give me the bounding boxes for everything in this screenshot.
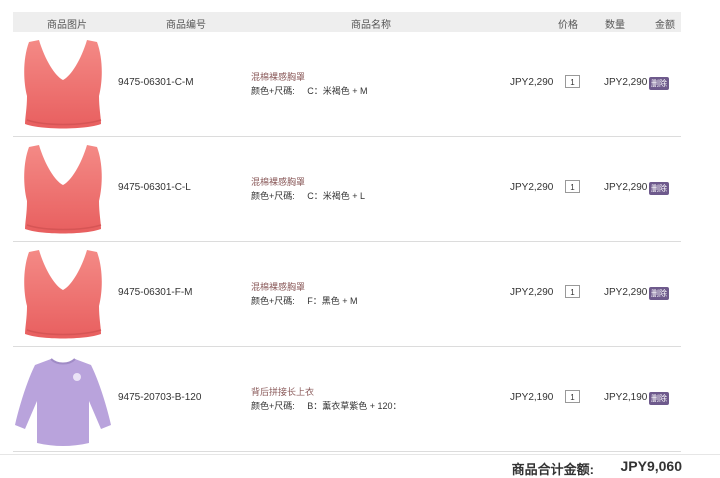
line-amount: JPY2,290	[604, 77, 648, 88]
product-code: 9475-06301-C-M	[118, 77, 194, 88]
delete-button[interactable]: 删除	[649, 392, 669, 405]
quantity-input[interactable]: 1	[565, 390, 580, 403]
header-image: 商品图片	[47, 20, 87, 31]
product-code: 9475-20703-B-120	[118, 392, 202, 403]
product-name[interactable]: 混棉裸感胸罩	[251, 280, 305, 293]
product-attributes: 颜色+尺碼: C：米褐色 + M	[251, 86, 368, 96]
quantity-input[interactable]: 1	[565, 75, 580, 88]
pink-bra-image[interactable]	[15, 246, 111, 342]
line-amount: JPY2,190	[604, 392, 648, 403]
header-amount: 金额	[655, 20, 675, 31]
unit-price: JPY2,290	[510, 77, 554, 88]
product-code: 9475-06301-C-L	[118, 182, 191, 193]
unit-price: JPY2,290	[510, 287, 554, 298]
quantity-input[interactable]: 1	[565, 180, 580, 193]
product-attributes: 颜色+尺碼: F：黑色 + M	[251, 296, 358, 306]
pink-bra-image[interactable]	[15, 141, 111, 237]
header-code: 商品编号	[166, 20, 206, 31]
table-row: 9475-06301-C-L 混棉裸感胸罩 颜色+尺碼: C：米褐色 + L J…	[13, 137, 681, 242]
product-attributes: 颜色+尺碼: B：薰衣草紫色 + 120：	[251, 401, 402, 411]
delete-button[interactable]: 删除	[649, 182, 669, 195]
table-row: 9475-06301-F-M 混棉裸感胸罩 颜色+尺碼: F：黑色 + M JP…	[13, 242, 681, 347]
product-name[interactable]: 背后拼接长上衣	[251, 385, 314, 398]
line-amount: JPY2,290	[604, 182, 648, 193]
line-amount: JPY2,290	[604, 287, 648, 298]
unit-price: JPY2,190	[510, 392, 554, 403]
unit-price: JPY2,290	[510, 182, 554, 193]
product-code: 9475-06301-F-M	[118, 287, 193, 298]
header-price: 价格	[558, 20, 578, 31]
cart-table: 商品图片 商品编号 商品名称 价格 数量 金额 9475-06301-C-M 混…	[13, 12, 681, 452]
lavender-top-image[interactable]	[15, 351, 111, 447]
product-name[interactable]: 混棉裸感胸罩	[251, 70, 305, 83]
table-row: 9475-20703-B-120 背后拼接长上衣 颜色+尺碼: B：薰衣草紫色 …	[13, 347, 681, 452]
pink-bra-image[interactable]	[15, 36, 111, 132]
quantity-input[interactable]: 1	[565, 285, 580, 298]
table-header: 商品图片 商品编号 商品名称 价格 数量 金额	[13, 12, 681, 32]
total-bar: 商品合计金额: JPY9,060	[0, 454, 720, 477]
total-value: JPY9,060	[620, 458, 683, 474]
delete-button[interactable]: 删除	[649, 77, 669, 90]
header-qty: 数量	[605, 20, 625, 31]
table-row: 9475-06301-C-M 混棉裸感胸罩 颜色+尺碼: C：米褐色 + M J…	[13, 32, 681, 137]
total-label: 商品合计金额:	[511, 462, 594, 477]
header-name: 商品名称	[351, 20, 391, 31]
product-attributes: 颜色+尺碼: C：米褐色 + L	[251, 191, 366, 201]
product-name[interactable]: 混棉裸感胸罩	[251, 175, 305, 188]
delete-button[interactable]: 删除	[649, 287, 669, 300]
